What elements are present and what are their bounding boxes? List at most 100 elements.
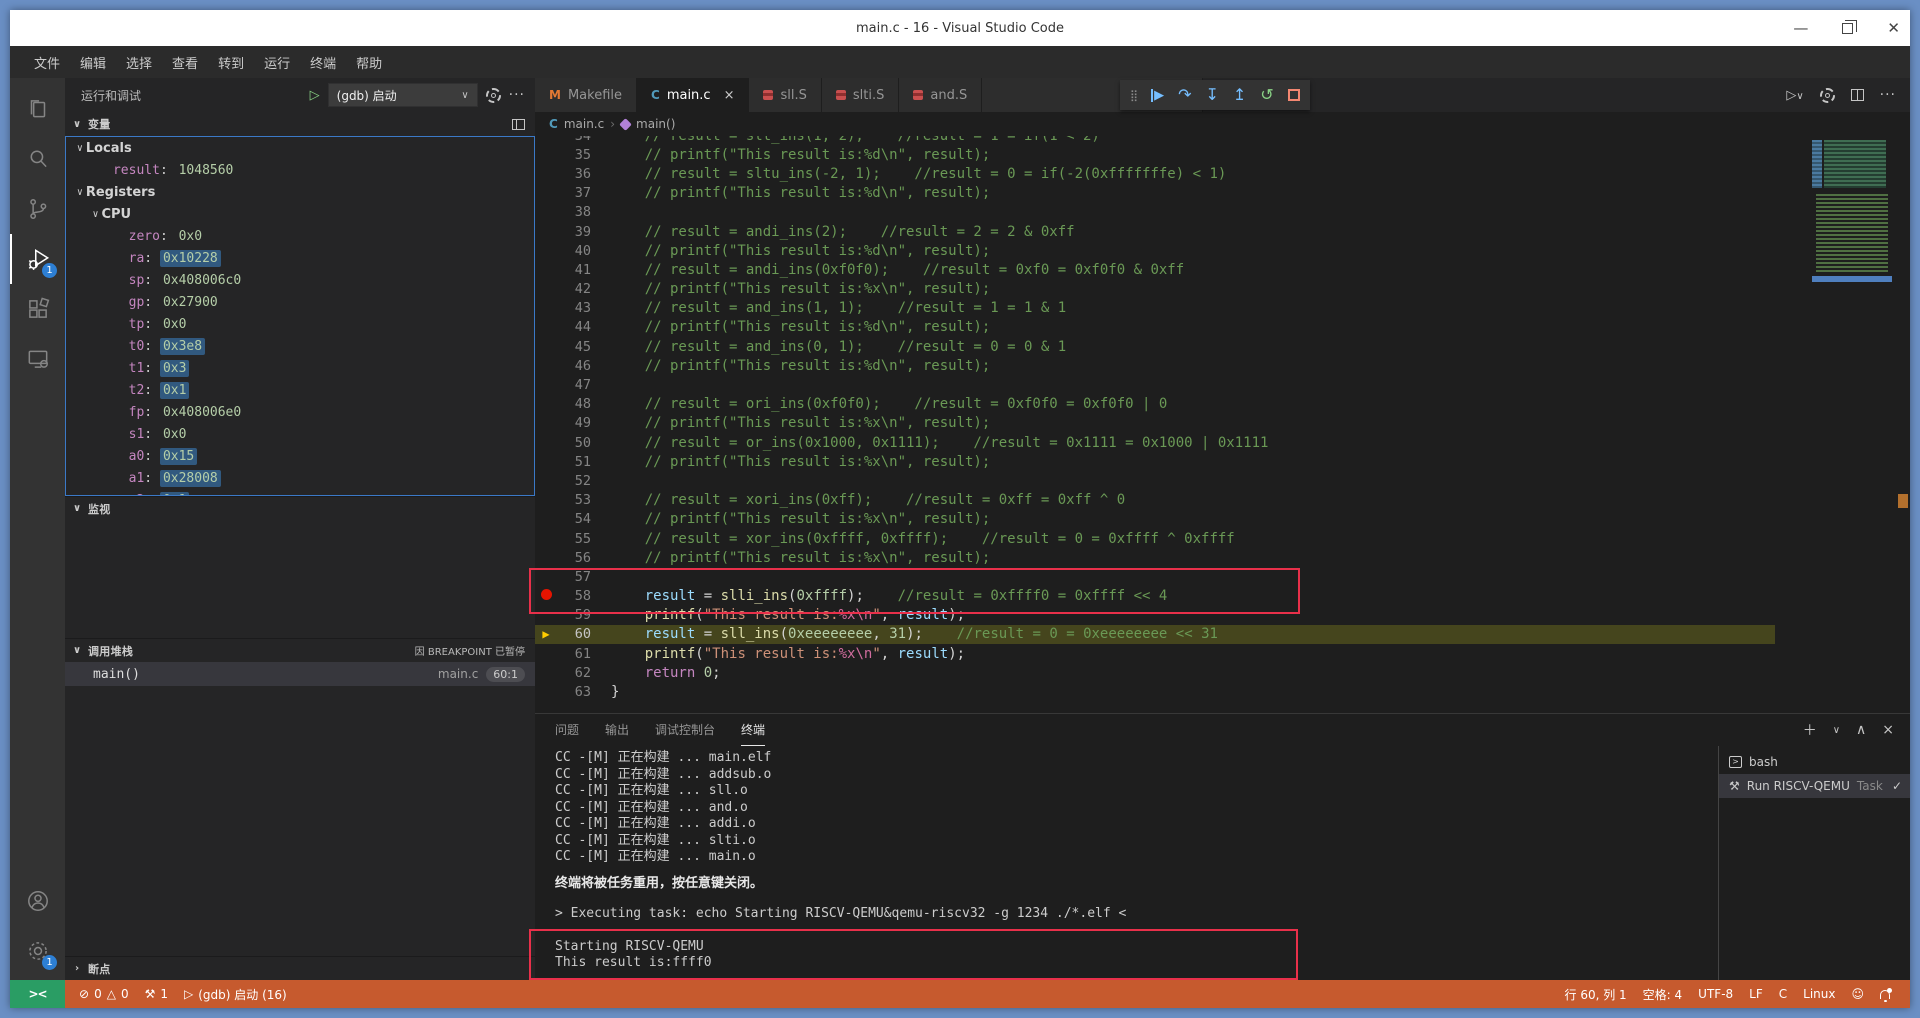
source-control-icon[interactable] — [10, 184, 65, 234]
breadcrumb-symbol[interactable]: main() — [636, 117, 675, 131]
code-line[interactable]: 61 printf("This result is:%x\n", result)… — [535, 644, 1910, 663]
split-editor-icon[interactable] — [1850, 89, 1864, 101]
terminal-output[interactable]: CC -[M] 正在构建 ... main.elf CC -[M] 正在构建 ..… — [535, 746, 1718, 980]
menu-item[interactable]: 选择 — [116, 49, 162, 76]
editor-tab[interactable]: slti.S — [821, 78, 900, 112]
step-over-button[interactable]: ↷ — [1178, 87, 1191, 103]
variable-row[interactable]: sp: 0x408006c0 — [66, 269, 534, 291]
variables-scope-row[interactable]: ∨ Locals — [66, 137, 534, 159]
feedback-icon[interactable]: ☺ — [1843, 987, 1872, 1001]
variable-row[interactable]: zero: 0x0 — [66, 225, 534, 247]
variable-row[interactable]: a1: 0x28008 — [66, 467, 534, 489]
code-line[interactable]: 38 — [535, 203, 1910, 222]
breakpoint-icon[interactable] — [535, 589, 557, 603]
variable-row[interactable]: t1: 0x3 — [66, 357, 534, 379]
variable-row[interactable]: a2: 0x1 — [66, 489, 534, 495]
code-line[interactable]: ▶ 60 result = sll_ins(0xeeeeeeee, 31); //… — [535, 624, 1910, 645]
status-item[interactable]: C — [1771, 987, 1795, 1001]
code-line[interactable]: 53 // result = xori_ins(0xff); //result … — [535, 491, 1910, 510]
restart-button[interactable]: ↺ — [1260, 87, 1273, 103]
code-line[interactable]: 44 // printf("This result is:%d\n", resu… — [535, 318, 1910, 337]
account-icon[interactable] — [10, 876, 65, 926]
code-line[interactable]: 52 — [535, 471, 1910, 490]
variable-row[interactable]: tp: 0x0 — [66, 313, 534, 335]
code-line[interactable]: 48 // result = ori_ins(0xf0f0); //result… — [535, 395, 1910, 414]
remote-explorer-icon[interactable] — [10, 334, 65, 384]
debug-gear-icon[interactable] — [485, 87, 501, 103]
code-line[interactable]: 39 // result = andi_ins(2); //result = 2… — [535, 222, 1910, 241]
explorer-icon[interactable] — [10, 84, 65, 134]
terminal-list-item[interactable]: ⚒ Run RISCV-QEMU Task ✓ — [1719, 774, 1910, 798]
variable-row[interactable]: ra: 0x10228 — [66, 247, 534, 269]
code-line[interactable]: 42 // printf("This result is:%x\n", resu… — [535, 280, 1910, 299]
menu-item[interactable]: 文件 — [24, 49, 70, 76]
code-line[interactable]: 57 — [535, 567, 1910, 586]
code-line[interactable]: 62 return 0; — [535, 663, 1910, 682]
code-line[interactable]: 56 // printf("This result is:%x\n", resu… — [535, 548, 1910, 567]
panel-tab[interactable]: 问题 — [555, 714, 579, 746]
terminal-dropdown-icon[interactable]: ∨ — [1833, 725, 1840, 736]
close-icon[interactable]: × — [724, 88, 735, 103]
variables-section-header[interactable]: ∨ 变量 — [65, 112, 535, 136]
toolbar-grip-handle[interactable]: ⣿ — [1130, 89, 1138, 102]
minimize-button[interactable]: — — [1793, 20, 1808, 36]
breakpoints-section-header[interactable]: › 断点 — [65, 956, 535, 980]
editor-more-icon[interactable]: ··· — [1880, 87, 1896, 103]
watch-section-header[interactable]: ∨ 监视 — [65, 496, 535, 520]
variables-tree[interactable]: ∨ Locals result: 1048560 ∨ Registers ∨ CPU … — [65, 136, 535, 496]
variables-scope-row[interactable]: ∨ CPU — [66, 203, 534, 225]
breadcrumb-file[interactable]: main.c — [564, 117, 604, 131]
menu-item[interactable]: 帮助 — [346, 49, 392, 76]
extensions-icon[interactable] — [10, 284, 65, 334]
code-line[interactable]: 35 // printf("This result is:%d\n", resu… — [535, 145, 1910, 164]
call-stack-section-header[interactable]: ∨ 调用堆栈 因 BREAKPOINT 已暂停 — [65, 638, 535, 662]
code-line[interactable]: 43 // result = and_ins(1, 1); //result =… — [535, 299, 1910, 318]
variable-row[interactable]: t2: 0x1 — [66, 379, 534, 401]
stack-frame-row[interactable]: main() main.c 60:1 — [65, 662, 535, 686]
editor-tab[interactable]: and.S — [899, 78, 983, 112]
debug-config-select[interactable]: (gdb) 启动 ∨ — [327, 83, 478, 107]
code-line[interactable]: 41 // result = andi_ins(0xf0f0); //resul… — [535, 260, 1910, 279]
restore-button[interactable] — [1842, 19, 1858, 34]
code-line[interactable]: 46 // printf("This result is:%d\n", resu… — [535, 356, 1910, 375]
more-actions-icon[interactable]: ··· — [509, 87, 525, 103]
maximize-panel-icon[interactable]: ∧ — [1856, 722, 1866, 738]
code-line[interactable]: 51 // printf("This result is:%x\n", resu… — [535, 452, 1910, 471]
settings-gear-icon[interactable]: 1 — [10, 926, 65, 976]
variable-row[interactable]: t0: 0x3e8 — [66, 335, 534, 357]
status-item[interactable]: LF — [1741, 987, 1771, 1001]
current-line-arrow-icon[interactable]: ▶ — [535, 627, 557, 641]
close-panel-icon[interactable]: × — [1882, 722, 1894, 738]
step-into-button[interactable]: ↧ — [1205, 87, 1218, 103]
code-line[interactable]: 45 // result = and_ins(0, 1); //result =… — [535, 337, 1910, 356]
code-line[interactable]: 49 // printf("This result is:%x\n", resu… — [535, 414, 1910, 433]
variable-row[interactable]: a0: 0x15 — [66, 445, 534, 467]
menu-item[interactable]: 编辑 — [70, 49, 116, 76]
menu-item[interactable]: 终端 — [300, 49, 346, 76]
code-line[interactable]: 54 // printf("This result is:%x\n", resu… — [535, 510, 1910, 529]
code-line[interactable]: 40 // printf("This result is:%d\n", resu… — [535, 241, 1910, 260]
code-line[interactable]: 58 result = slli_ins(0xffff); //result =… — [535, 587, 1910, 606]
code-line[interactable]: 50 // result = or_ins(0x1000, 0x1111); /… — [535, 433, 1910, 452]
editor-tab[interactable]: sll.S — [749, 78, 822, 112]
remote-indicator[interactable]: >< — [10, 980, 65, 1008]
variable-row[interactable]: result: 1048560 — [66, 159, 534, 181]
debug-session-indicator[interactable]: ▷ (gdb) 启动 (16) — [176, 986, 295, 1003]
new-terminal-icon[interactable]: ＋ — [1803, 720, 1817, 740]
variable-row[interactable]: s1: 0x0 — [66, 423, 534, 445]
run-and-debug-icon[interactable]: 1 — [10, 234, 65, 284]
variables-scope-row[interactable]: ∨ Registers — [66, 181, 534, 203]
search-icon[interactable] — [10, 134, 65, 184]
code-editor[interactable]: 34 // result = slt_ins(1, 2); //result =… — [535, 136, 1910, 713]
status-item[interactable]: 空格: 4 — [1635, 986, 1691, 1003]
start-debug-icon[interactable]: ▷ — [310, 88, 320, 103]
code-line[interactable]: 55 // result = xor_ins(0xffff, 0xffff); … — [535, 529, 1910, 548]
status-item[interactable]: Linux — [1795, 987, 1843, 1001]
continue-button[interactable]: ▶ — [1151, 88, 1164, 102]
run-or-debug-icon[interactable]: ▷∨ — [1786, 88, 1803, 103]
code-line[interactable]: 34 // result = slt_ins(1, 2); //result =… — [535, 136, 1910, 145]
close-button[interactable]: ✕ — [1887, 20, 1900, 36]
menu-item[interactable]: 转到 — [208, 49, 254, 76]
status-item[interactable]: UTF-8 — [1690, 987, 1741, 1001]
code-line[interactable]: 36 // result = sltu_ins(-2, 1); //result… — [535, 164, 1910, 183]
